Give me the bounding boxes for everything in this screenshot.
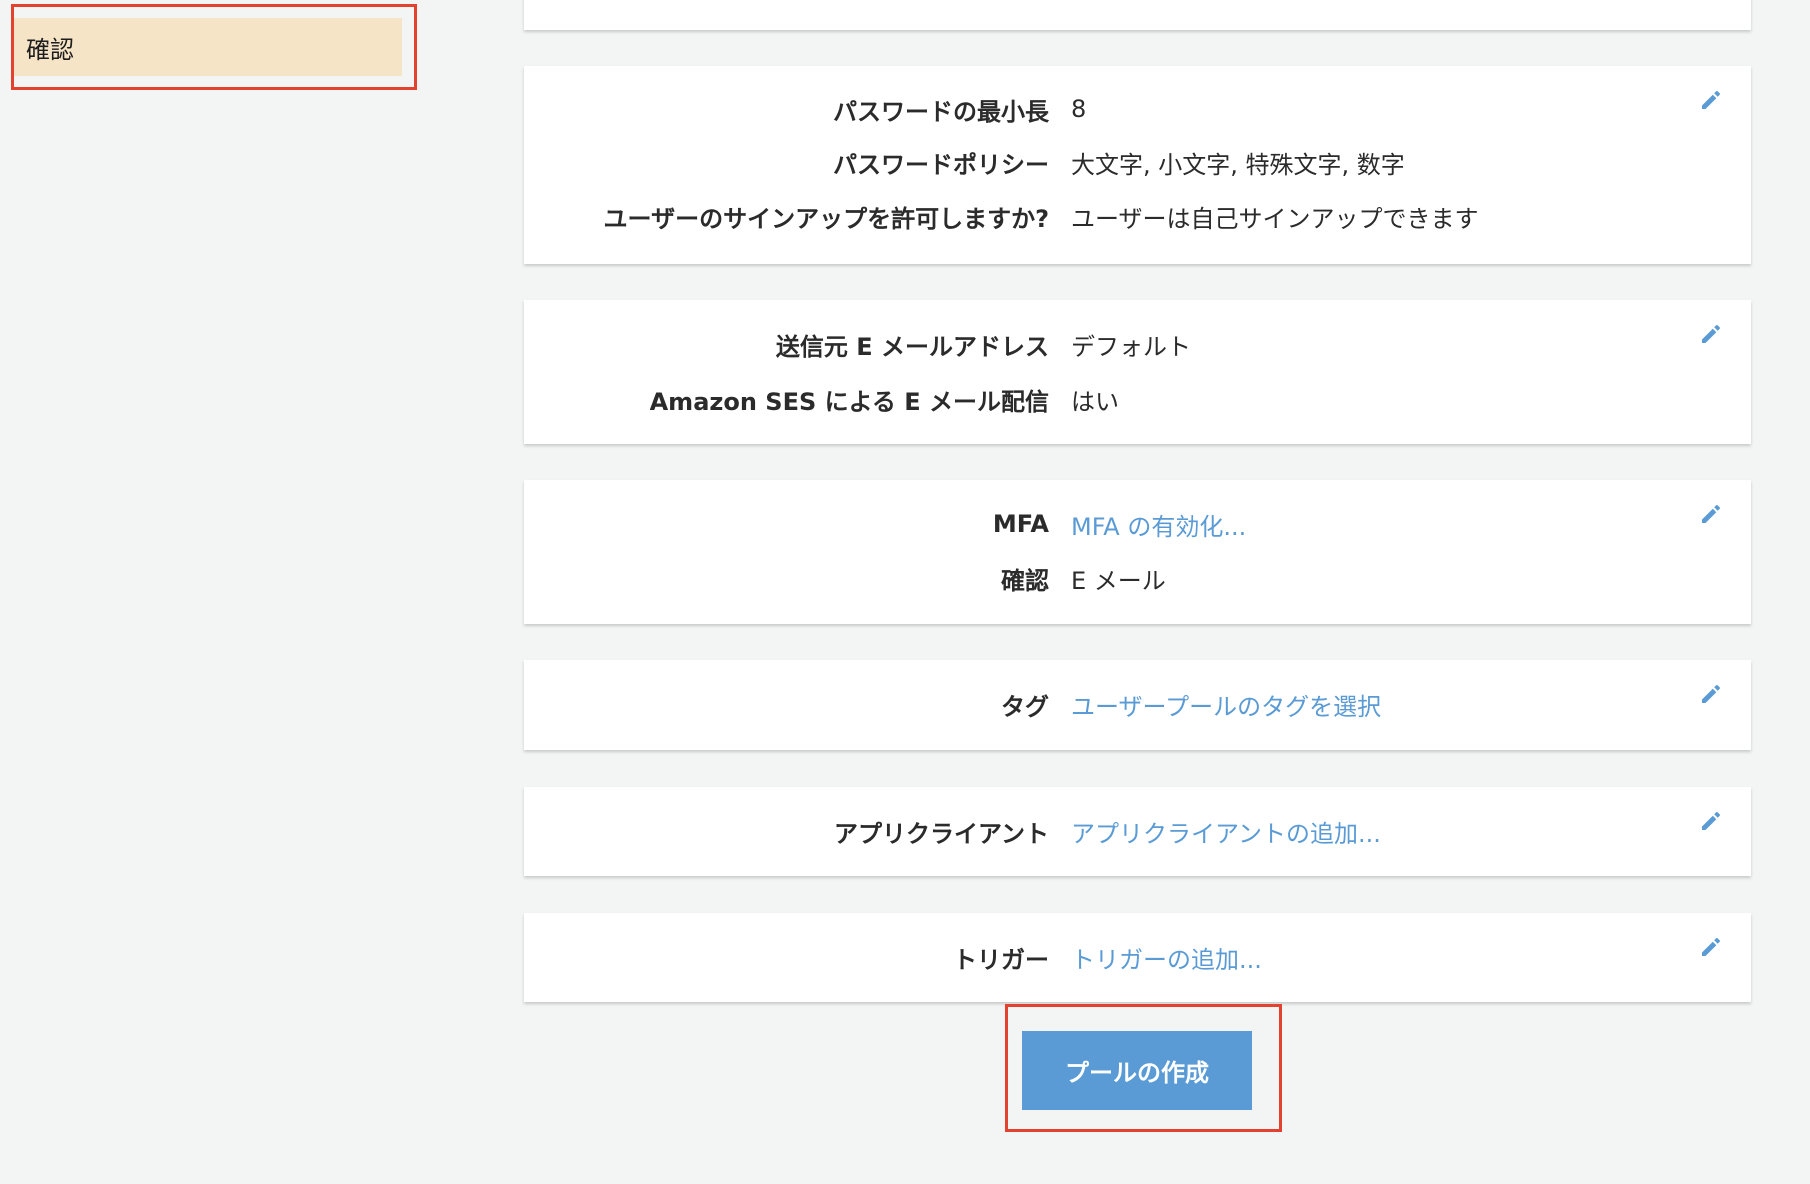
verification-label: 確認 xyxy=(1001,566,1049,595)
app-client-label: アプリクライアント xyxy=(833,819,1049,848)
password-policy-value: 大文字, 小文字, 特殊文字, 数字 xyxy=(1071,150,1405,179)
min-length-label: パスワードの最小長 xyxy=(833,97,1049,126)
pencil-icon[interactable] xyxy=(1699,88,1723,112)
pencil-icon[interactable] xyxy=(1699,935,1723,959)
ses-delivery-label: Amazon SES による E メール配信 xyxy=(649,387,1049,416)
mfa-enable-link[interactable]: MFA の有効化... xyxy=(1071,507,1246,542)
pencil-icon[interactable] xyxy=(1699,809,1723,833)
select-tags-link[interactable]: ユーザープールのタグを選択 xyxy=(1071,687,1381,722)
sidebar-item-confirm[interactable]: 確認 xyxy=(14,18,402,76)
add-trigger-link[interactable]: トリガーの追加... xyxy=(1071,940,1262,975)
card-previous xyxy=(524,0,1751,30)
from-email-label: 送信元 E メールアドレス xyxy=(775,332,1049,361)
card-mfa: MFA MFA の有効化... 確認 E メール xyxy=(524,480,1751,624)
card-app-client: アプリクライアント アプリクライアントの追加... xyxy=(524,787,1751,876)
min-length-value: 8 xyxy=(1071,95,1087,123)
tags-label: タグ xyxy=(1001,692,1049,721)
card-password-policy: パスワードの最小長 8 パスワードポリシー 大文字, 小文字, 特殊文字, 数字… xyxy=(524,66,1751,264)
mfa-label: MFA xyxy=(992,510,1049,538)
verification-value: E メール xyxy=(1071,566,1166,595)
signup-label: ユーザーのサインアップを許可しますか? xyxy=(603,204,1049,233)
signup-value: ユーザーは自己サインアップできます xyxy=(1071,204,1479,233)
pencil-icon[interactable] xyxy=(1699,682,1723,706)
password-policy-label: パスワードポリシー xyxy=(833,150,1049,179)
sidebar-item-label: 確認 xyxy=(26,35,74,64)
pencil-icon[interactable] xyxy=(1699,502,1723,526)
card-email-settings: 送信元 E メールアドレス デフォルト Amazon SES による E メール… xyxy=(524,300,1751,444)
add-app-client-link[interactable]: アプリクライアントの追加... xyxy=(1071,814,1381,849)
card-triggers: トリガー トリガーの追加... xyxy=(524,913,1751,1002)
triggers-label: トリガー xyxy=(953,945,1049,974)
from-email-value: デフォルト xyxy=(1071,332,1191,361)
ses-delivery-value: はい xyxy=(1071,387,1119,416)
pencil-icon[interactable] xyxy=(1699,322,1723,346)
create-pool-button[interactable]: プールの作成 xyxy=(1022,1031,1252,1110)
card-tags: タグ ユーザープールのタグを選択 xyxy=(524,660,1751,750)
